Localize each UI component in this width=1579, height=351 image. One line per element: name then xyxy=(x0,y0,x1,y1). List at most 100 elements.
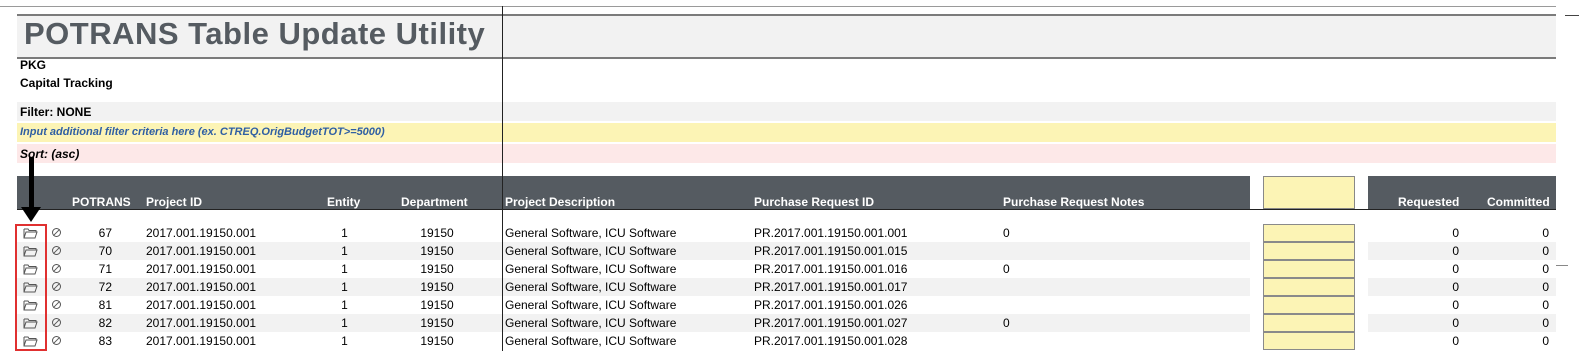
cell-committed: 0 xyxy=(1542,298,1549,312)
sort-row: Sort: (asc) xyxy=(17,144,1556,163)
cell-pr-notes[interactable]: 0 xyxy=(1003,316,1010,330)
cell-description: General Software, ICU Software xyxy=(505,244,677,258)
cell-potrans: 81 xyxy=(98,298,112,312)
row-input-cell[interactable] xyxy=(1263,242,1355,260)
col-description[interactable]: Project Description xyxy=(505,195,615,209)
table-row: 83 2017.001.19150.001 1 19150 General Softwa… xyxy=(17,332,1556,350)
filter-label: Filter: NONE xyxy=(20,105,92,119)
cell-description: General Software, ICU Software xyxy=(505,262,677,276)
cell-department: 19150 xyxy=(420,280,454,294)
row-input-cell[interactable] xyxy=(1263,332,1355,350)
filter-row: Filter: NONE xyxy=(17,102,1556,121)
cell-potrans: 67 xyxy=(98,226,112,240)
no-entry-icon[interactable] xyxy=(52,336,61,345)
cell-committed: 0 xyxy=(1542,334,1549,348)
cell-entity: 1 xyxy=(341,334,348,348)
no-entry-icon[interactable] xyxy=(52,300,61,309)
cell-committed: 0 xyxy=(1542,262,1549,276)
cell-entity: 1 xyxy=(341,244,348,258)
row-input-cell[interactable] xyxy=(1263,314,1355,332)
cell-description: General Software, ICU Software xyxy=(505,316,677,330)
cell-pr-id: PR.2017.001.19150.001.026 xyxy=(754,298,908,312)
cell-potrans: 72 xyxy=(98,280,112,294)
cell-project-id: 2017.001.19150.001 xyxy=(146,280,257,294)
no-entry-icon[interactable] xyxy=(52,282,61,291)
cell-project-id: 2017.001.19150.001 xyxy=(146,244,257,258)
header-divider xyxy=(17,209,1556,210)
cell-description: General Software, ICU Software xyxy=(505,334,677,348)
col-department[interactable]: Department xyxy=(401,195,468,209)
cell-pr-id: PR.2017.001.19150.001.001 xyxy=(754,226,908,240)
cell-requested: 0 xyxy=(1452,280,1459,294)
cell-pr-id: PR.2017.001.19150.001.027 xyxy=(754,316,908,330)
no-entry-icon[interactable] xyxy=(52,228,61,237)
col-pr-notes[interactable]: Purchase Request Notes xyxy=(1003,195,1144,209)
cell-project-id: 2017.001.19150.001 xyxy=(146,226,257,240)
cell-pr-notes[interactable]: 0 xyxy=(1003,226,1010,240)
cell-potrans: 82 xyxy=(98,316,112,330)
filter-input-prompt[interactable]: Input additional filter criteria here (e… xyxy=(20,126,385,138)
page-title: POTRANS Table Update Utility xyxy=(24,16,486,51)
table-row: 71 2017.001.19150.001 1 19150 General Softwa… xyxy=(17,260,1556,278)
scroll-top-mark xyxy=(1565,15,1579,16)
row-input-cell[interactable] xyxy=(1263,224,1355,242)
cell-department: 19150 xyxy=(420,316,454,330)
cell-project-id: 2017.001.19150.001 xyxy=(146,334,257,348)
col-potrans[interactable]: POTRANS xyxy=(72,195,131,209)
table-row: 70 2017.001.19150.001 1 19150 General Softwa… xyxy=(17,242,1556,260)
cell-requested: 0 xyxy=(1452,262,1459,276)
cell-department: 19150 xyxy=(420,298,454,312)
cell-department: 19150 xyxy=(420,244,454,258)
cell-potrans: 83 xyxy=(98,334,112,348)
header-input-cell[interactable] xyxy=(1263,176,1355,209)
cell-pr-id: PR.2017.001.19150.001.016 xyxy=(754,262,908,276)
table-row: 72 2017.001.19150.001 1 19150 General Softwa… xyxy=(17,278,1556,296)
module-label: Capital Tracking xyxy=(20,76,113,90)
filter-input-cell[interactable]: Input additional filter criteria here (e… xyxy=(17,123,1556,142)
down-arrow-head xyxy=(21,207,41,222)
table-row: 67 2017.001.19150.001 1 19150 General Softwa… xyxy=(17,224,1556,242)
cell-committed: 0 xyxy=(1542,226,1549,240)
cell-description: General Software, ICU Software xyxy=(505,226,677,240)
cell-potrans: 70 xyxy=(98,244,112,258)
row-input-cell[interactable] xyxy=(1263,278,1355,296)
cell-project-id: 2017.001.19150.001 xyxy=(146,298,257,312)
cell-project-id: 2017.001.19150.001 xyxy=(146,316,257,330)
cell-requested: 0 xyxy=(1452,226,1459,240)
cell-entity: 1 xyxy=(341,262,348,276)
cell-department: 19150 xyxy=(420,226,454,240)
cell-pr-id: PR.2017.001.19150.001.028 xyxy=(754,334,908,348)
no-entry-icon[interactable] xyxy=(52,246,61,255)
table-row: 82 2017.001.19150.001 1 19150 General Softwa… xyxy=(17,314,1556,332)
cell-entity: 1 xyxy=(341,298,348,312)
cell-project-id: 2017.001.19150.001 xyxy=(146,262,257,276)
scroll-thumb-mark[interactable] xyxy=(1556,265,1568,266)
row-input-cell[interactable] xyxy=(1263,296,1355,314)
cell-entity: 1 xyxy=(341,316,348,330)
col-requested[interactable]: Requested xyxy=(1398,195,1459,209)
freeze-pane-divider xyxy=(502,6,503,351)
cell-pr-notes[interactable]: 0 xyxy=(1003,262,1010,276)
pkg-label: PKG xyxy=(20,58,47,72)
vertical-scrollbar[interactable] xyxy=(1556,6,1579,351)
col-committed[interactable]: Committed xyxy=(1487,195,1550,209)
row-input-cell[interactable] xyxy=(1263,260,1355,278)
cell-entity: 1 xyxy=(341,280,348,294)
down-arrow-icon xyxy=(29,157,34,211)
cell-entity: 1 xyxy=(341,226,348,240)
no-entry-icon[interactable] xyxy=(52,318,61,327)
cell-committed: 0 xyxy=(1542,244,1549,258)
highlight-box xyxy=(15,224,47,351)
cell-department: 19150 xyxy=(420,334,454,348)
col-pr-id[interactable]: Purchase Request ID xyxy=(754,195,874,209)
cell-description: General Software, ICU Software xyxy=(505,298,677,312)
cell-pr-id: PR.2017.001.19150.001.015 xyxy=(754,244,908,258)
top-frame-border xyxy=(0,0,1579,7)
cell-pr-id: PR.2017.001.19150.001.017 xyxy=(754,280,908,294)
col-project-id[interactable]: Project ID xyxy=(146,195,202,209)
col-entity[interactable]: Entity xyxy=(327,195,360,209)
table-row: 81 2017.001.19150.001 1 19150 General Softwa… xyxy=(17,296,1556,314)
cell-requested: 0 xyxy=(1452,298,1459,312)
no-entry-icon[interactable] xyxy=(52,264,61,273)
cell-requested: 0 xyxy=(1452,316,1459,330)
